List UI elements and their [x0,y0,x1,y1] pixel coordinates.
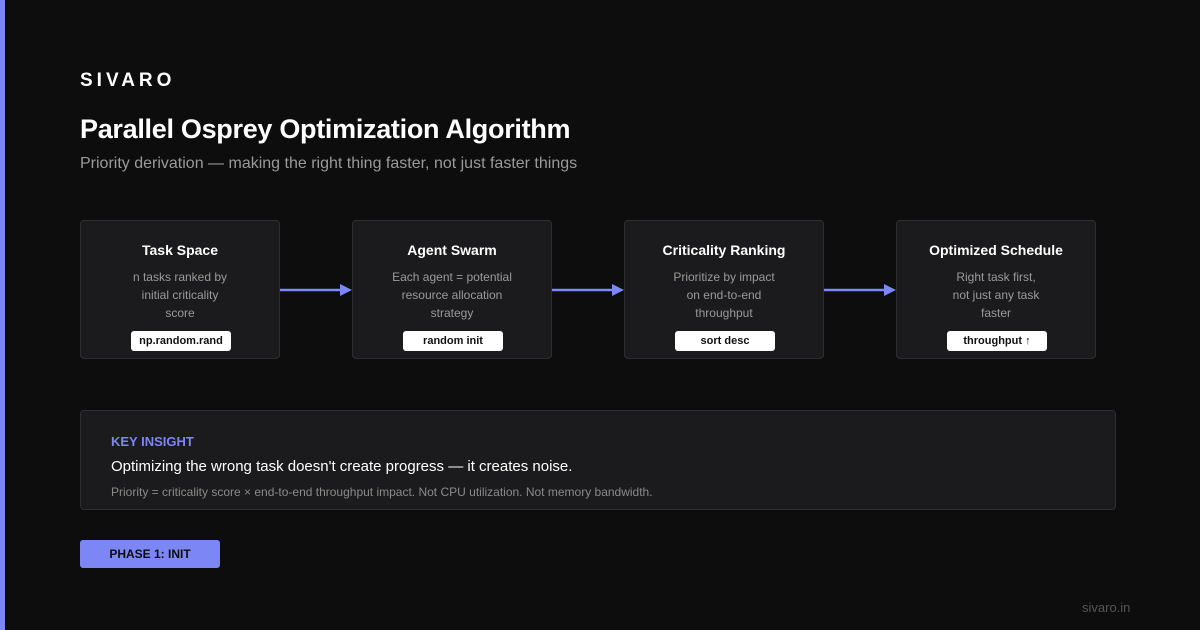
page-title: Parallel Osprey Optimization Algorithm [80,114,571,144]
step-tag: sort desc [675,331,775,351]
flow-arrow-icon [552,284,624,296]
flow-arrow-icon [824,284,896,296]
footer-url: sivaro.in [1082,600,1131,615]
left-accent-bar [0,0,5,630]
step-tag: throughput ↑ [947,331,1047,351]
step-card-agent-swarm: Agent Swarm Each agent = potential resou… [352,220,552,359]
insight-statement: Optimizing the wrong task doesn't create… [111,458,573,475]
step-description: n tasks ranked by initial criticality sc… [132,270,228,320]
insight-label: KEY INSIGHT [111,434,194,449]
step-description: Each agent = potential resource allocati… [392,270,512,320]
step-tag: np.random.rand [131,331,231,351]
page-subtitle: Priority derivation — making the right t… [80,155,578,172]
phase-badge: PHASE 1: INIT [80,540,220,568]
step-title: Agent Swarm [407,242,497,258]
step-tag: random init [403,331,503,351]
step-title: Criticality Ranking [662,242,786,258]
insight-note: Priority = criticality score × end-to-en… [111,485,653,499]
step-card-optimized-schedule: Optimized Schedule Right task first, not… [896,220,1096,359]
step-card-criticality-ranking: Criticality Ranking Prioritize by impact… [624,220,824,359]
brand-logo-text: SIVARO [80,70,176,91]
flow-arrow-icon [280,284,352,296]
step-description: Right task first, not just any task fast… [952,270,1040,320]
step-title: Task Space [141,242,218,258]
key-insight-panel: KEY INSIGHT Optimizing the wrong task do… [80,410,1116,510]
step-card-task-space: Task Space n tasks ranked by initial cri… [80,220,280,359]
step-title: Optimized Schedule [929,242,1063,258]
step-description: Prioritize by impact on end-to-end throu… [673,270,775,320]
